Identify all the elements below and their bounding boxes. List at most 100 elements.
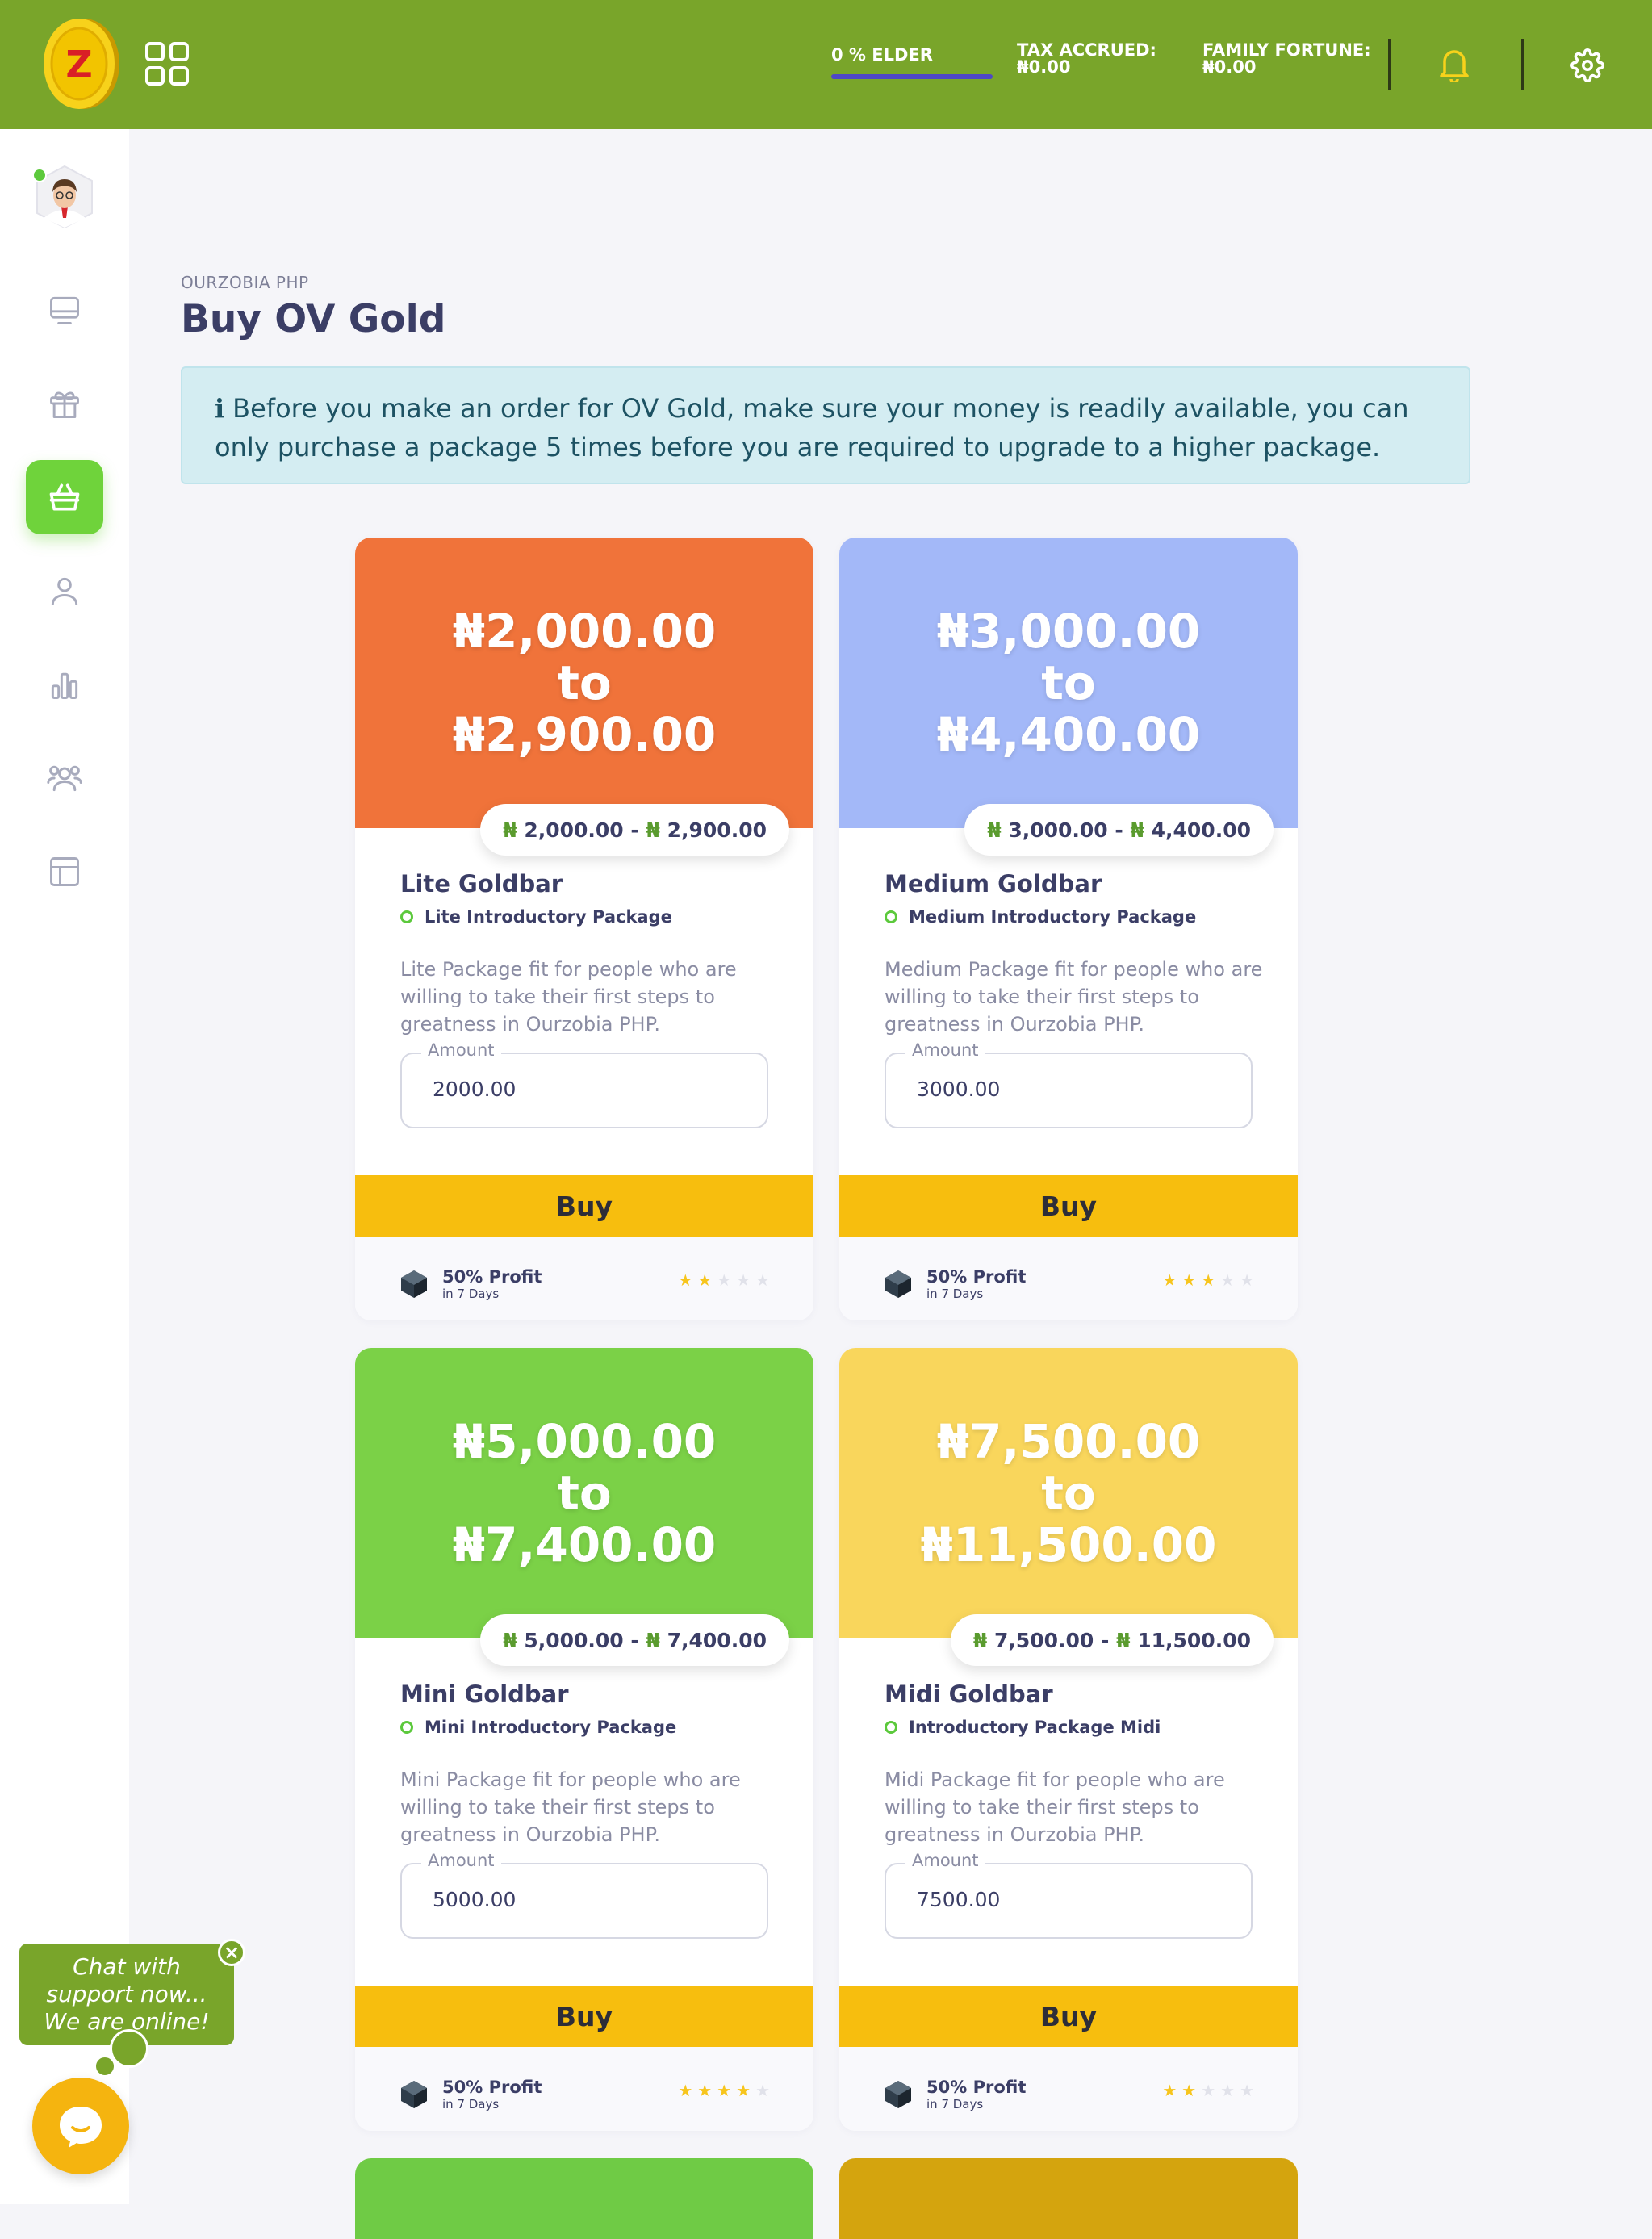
layout-icon xyxy=(50,857,79,886)
family-fortune-value: ₦0.00 xyxy=(1202,57,1257,77)
elder-progress-bar xyxy=(831,74,993,79)
star-icon: ★ xyxy=(1240,2081,1254,2100)
price-range-pill: ₦ 3,000.00 - ₦ 4,400.00 xyxy=(964,804,1274,856)
star-icon: ★ xyxy=(1201,2081,1216,2100)
package-card-medium: ₦3,000.00 to ₦4,400.00 ₦ 3,000.00 - ₦ 4,… xyxy=(839,538,1298,1320)
profit-duration: in 7 Days xyxy=(926,1287,984,1301)
sidebar-item-profile[interactable] xyxy=(26,554,103,628)
package-name: Medium Goldbar xyxy=(885,870,1102,898)
naira-icon: ₦ xyxy=(503,818,517,842)
naira-icon: ₦ xyxy=(987,818,1002,842)
online-status-dot xyxy=(32,168,47,182)
rating-stars: ★ ★ ★ ★ ★ xyxy=(678,1272,770,1288)
amount-field: Amount xyxy=(400,1851,768,1939)
amount-field: Amount xyxy=(400,1040,768,1128)
divider xyxy=(1388,39,1391,90)
star-icon: ★ xyxy=(755,2081,770,2100)
family-fortune-label: FAMILY FORTUNE: xyxy=(1202,40,1371,60)
package-card-midi: ₦7,500.00 to ₦11,500.00 ₦ 7,500.00 - ₦ 1… xyxy=(839,1348,1298,2131)
logo-coin-icon[interactable]: Z xyxy=(42,16,119,111)
price-max: ₦11,500.00 xyxy=(920,1517,1217,1572)
price-to: to xyxy=(1041,1466,1096,1521)
family-fortune: FAMILY FORTUNE: ₦0.00 xyxy=(1202,42,1371,76)
package-subtitle-text: Mini Introductory Package xyxy=(425,1718,677,1737)
sidebar-item-gifts[interactable] xyxy=(26,366,103,441)
sidebar-item-layout[interactable] xyxy=(26,835,103,909)
buy-button[interactable]: Buy xyxy=(355,1986,813,2047)
chat-launcher-button[interactable] xyxy=(32,2078,129,2174)
amount-field: Amount xyxy=(885,1851,1253,1939)
price-max: ₦7,400.00 xyxy=(452,1517,717,1572)
gear-icon[interactable] xyxy=(1570,48,1604,82)
naira-icon: ₦ xyxy=(1130,818,1144,842)
buy-button[interactable]: Buy xyxy=(839,1175,1298,1237)
top-navbar: Z 0 % ELDER TAX ACCRUED: ₦0.00 FAMILY FO… xyxy=(0,0,1652,129)
star-icon: ★ xyxy=(697,1270,713,1290)
star-icon: ★ xyxy=(736,2081,751,2100)
sidebar-item-stats[interactable] xyxy=(26,647,103,722)
star-icon: ★ xyxy=(717,1270,732,1290)
star-icon: ★ xyxy=(1181,2081,1197,2100)
profit-label: 50% Profit xyxy=(442,1267,542,1287)
star-icon: ★ xyxy=(678,2081,693,2100)
profit-duration: in 7 Days xyxy=(926,2097,984,2111)
status-ring-icon xyxy=(885,1721,897,1734)
sidebar-item-team[interactable] xyxy=(26,741,103,815)
close-icon[interactable]: × xyxy=(218,1939,245,1966)
buy-button[interactable]: Buy xyxy=(839,1986,1298,2047)
star-icon: ★ xyxy=(736,1270,751,1290)
sidebar-item-dashboard[interactable] xyxy=(26,273,103,347)
package-description: Lite Package fit for people who are will… xyxy=(400,958,737,1036)
price-to: to xyxy=(1041,655,1096,710)
chat-prompt-line: Chat with xyxy=(73,1953,181,1980)
star-icon: ★ xyxy=(1162,2081,1177,2100)
buy-button[interactable]: Buy xyxy=(355,1175,813,1237)
gold-bar-icon xyxy=(401,1270,427,1298)
price-range-header: ₦7,500.00 to ₦11,500.00 xyxy=(839,1348,1298,1638)
page-title: Buy OV Gold xyxy=(181,297,446,341)
info-icon: i xyxy=(215,393,225,424)
rating-stars: ★ ★ ★ ★ ★ xyxy=(1162,2082,1254,2099)
pill-max: 2,900.00 xyxy=(667,818,767,842)
price-range-header: ₦3,000.00 to ₦4,400.00 xyxy=(839,538,1298,828)
pill-min: 7,500.00 xyxy=(993,1628,1094,1652)
status-ring-icon xyxy=(400,1721,413,1734)
amount-field: Amount xyxy=(885,1040,1253,1128)
star-icon: ★ xyxy=(1220,1270,1236,1290)
star-icon: ★ xyxy=(1181,1270,1197,1290)
amount-input[interactable] xyxy=(431,1077,741,1102)
gift-icon xyxy=(50,391,79,418)
status-ring-icon xyxy=(400,910,413,923)
sidebar-item-shop[interactable] xyxy=(26,460,103,534)
package-subtitle: Introductory Package Midi xyxy=(885,1718,1161,1737)
pill-max: 7,400.00 xyxy=(667,1628,767,1652)
naira-icon: ₦ xyxy=(503,1628,517,1652)
bar-chart-icon xyxy=(51,672,78,699)
profit-duration: in 7 Days xyxy=(442,2097,500,2111)
amount-input[interactable] xyxy=(915,1077,1225,1102)
info-alert: i Before you make an order for OV Gold, m… xyxy=(181,366,1470,484)
pill-max: 4,400.00 xyxy=(1151,818,1251,842)
amount-input[interactable] xyxy=(915,1887,1225,1912)
price-range-pill: ₦ 2,000.00 - ₦ 2,900.00 xyxy=(480,804,789,856)
user-icon xyxy=(51,577,78,605)
price-min: ₦3,000.00 xyxy=(936,604,1201,659)
package-subtitle-text: Lite Introductory Package xyxy=(425,907,672,927)
naira-icon: ₦ xyxy=(1116,1628,1131,1652)
monitor-icon xyxy=(50,296,79,324)
amount-label: Amount xyxy=(421,1040,501,1060)
naira-icon: ₦ xyxy=(646,818,660,842)
chat-bubble-tail xyxy=(94,2055,116,2078)
apps-grid-icon[interactable] xyxy=(144,40,190,87)
alert-text: Before you make an order for OV Gold, ma… xyxy=(215,393,1409,462)
package-subtitle-text: Medium Introductory Package xyxy=(909,907,1197,927)
bell-icon[interactable] xyxy=(1438,47,1470,82)
card-footer: 50% Profit in 7 Days ★ ★ ★ ★ ★ xyxy=(839,1237,1298,1320)
svg-text:Z: Z xyxy=(65,43,92,86)
profit-label: 50% Profit xyxy=(926,2078,1027,2097)
package-description: Midi Package fit for people who are will… xyxy=(885,1768,1225,1846)
package-card-mini: ₦5,000.00 to ₦7,400.00 ₦ 5,000.00 - ₦ 7,… xyxy=(355,1348,813,2131)
star-icon: ★ xyxy=(1162,1270,1177,1290)
gold-bar-icon xyxy=(885,2081,911,2108)
amount-input[interactable] xyxy=(431,1887,741,1912)
